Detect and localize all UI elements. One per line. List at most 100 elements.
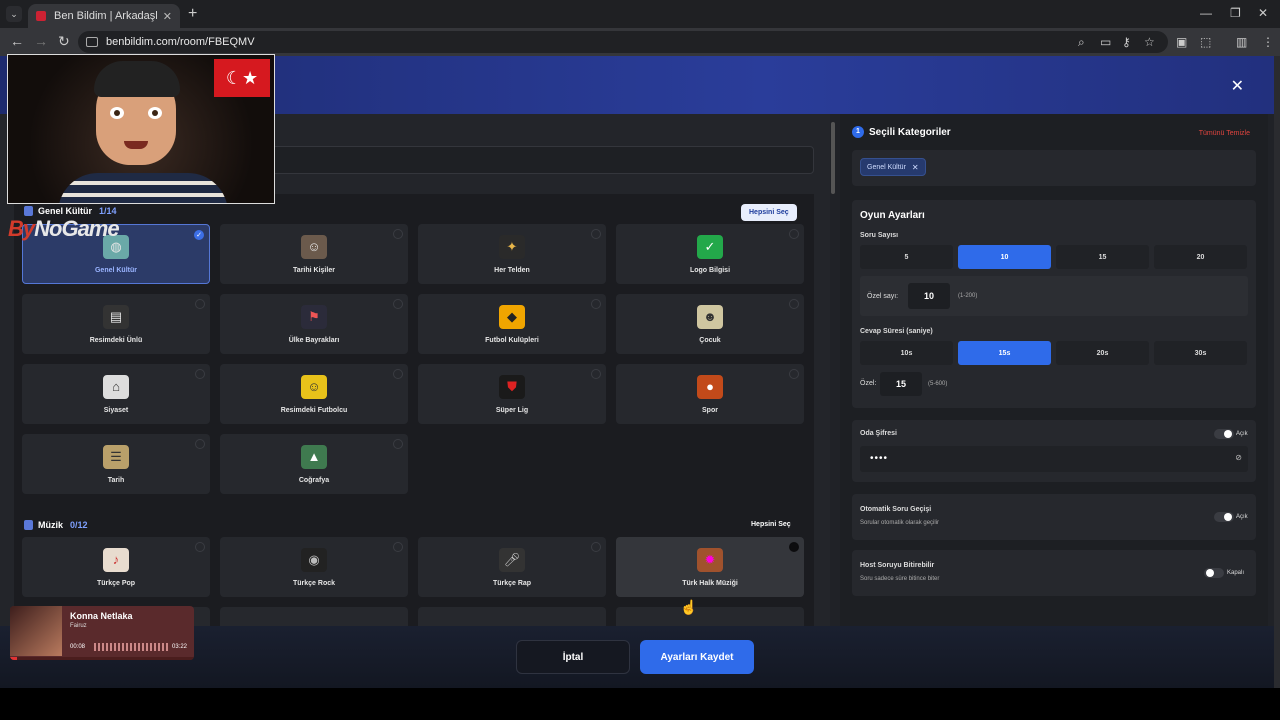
new-tab-plus-icon[interactable]: + [188, 5, 197, 23]
category-card-turkce-pop[interactable]: ♪ Türkçe Pop [22, 537, 210, 597]
category-card-her-telden[interactable]: ✦ Her Telden [418, 224, 606, 284]
question-count-10-button[interactable]: 10 [958, 245, 1051, 269]
category-card-partial[interactable] [616, 607, 804, 626]
category-card-partial[interactable] [418, 607, 606, 626]
tab-title: Ben Bildim | Arkadaşlarınla Onl [54, 10, 157, 22]
forward-icon[interactable]: → [34, 33, 48, 49]
category-card-logo-bilgisi[interactable]: ✓ Logo Bilgisi [616, 224, 804, 284]
auto-next-label: Otomatik Soru Geçişi [860, 506, 932, 513]
bookmark-star-icon[interactable]: ☆ [1144, 35, 1155, 49]
section-title: Genel Kültür [38, 206, 93, 216]
question-count-5-button[interactable]: 5 [860, 245, 953, 269]
category-card-cografya[interactable]: ▲ Coğrafya [220, 434, 408, 494]
zoom-icon[interactable]: ⌕ [1078, 35, 1085, 50]
category-card-spor[interactable]: ● Spor [616, 364, 804, 424]
answer-time-20s-button[interactable]: 20s [1056, 341, 1149, 365]
selected-chip[interactable]: Genel Kültür ✕ [860, 158, 926, 176]
answer-time-15s-button[interactable]: 15s [958, 341, 1051, 365]
site-info-icon[interactable] [86, 37, 98, 47]
answer-time-label: Cevap Süresi (saniye) [860, 328, 933, 335]
flag-icon: ⚑ [301, 304, 327, 329]
category-card-tarih[interactable]: ☰ Tarih [22, 434, 210, 494]
category-label: Tarihi Kişiler [293, 266, 335, 274]
host-finish-state: Kapalı [1227, 570, 1245, 576]
address-bar[interactable]: benbildim.com/room/FBEQMV [78, 31, 1168, 53]
category-card-tarihi-kisiler[interactable]: ☺ Tarihi Kişiler [220, 224, 408, 284]
category-scrollbar[interactable] [830, 114, 836, 626]
browser-menu-icon[interactable]: ⋮ [1262, 35, 1274, 49]
minimize-icon[interactable]: — [1200, 6, 1212, 20]
auto-next-description: Sorular otomatik olarak geçilir [860, 520, 940, 526]
tab-search-chevron-icon[interactable]: ⌄ [6, 6, 22, 22]
league-shield-icon: ⛊ [499, 374, 525, 399]
profile-extension-icon[interactable]: ▥ [1236, 35, 1247, 49]
browser-tab[interactable]: Ben Bildim | Arkadaşlarınla Onl ✕ [28, 4, 180, 28]
microphone-icon: 🎤︎ [499, 547, 525, 572]
checkbox [789, 299, 799, 309]
reload-icon[interactable]: ↻ [58, 33, 70, 50]
translate-icon[interactable]: ▣ [1176, 35, 1187, 49]
category-card-turkce-rap[interactable]: 🎤︎ Türkçe Rap [418, 537, 606, 597]
eye-off-icon[interactable]: ⊘ [1235, 453, 1242, 462]
category-card-turkce-rock[interactable]: ◉ Türkçe Rock [220, 537, 408, 597]
question-count-15-button[interactable]: 15 [1056, 245, 1149, 269]
category-card-resimdeki-futbolcu[interactable]: ☺ Resimdeki Futbolcu [220, 364, 408, 424]
category-label: Türkçe Rap [492, 579, 532, 587]
select-all-muzik-button[interactable]: Hepsini Seç [751, 521, 791, 528]
waveform [94, 643, 168, 651]
category-card-cocuk[interactable]: ☻ Çocuk [616, 294, 804, 354]
category-label: Resimdeki Futbolcu [280, 406, 348, 414]
playback-progress [10, 657, 194, 660]
question-count-label: Soru Sayısı [860, 232, 899, 239]
category-label: Siyaset [103, 406, 129, 414]
auto-next-toggle[interactable] [1214, 512, 1234, 522]
room-password-toggle[interactable] [1214, 429, 1234, 439]
checkbox [195, 299, 205, 309]
checkbox [591, 369, 601, 379]
scrollbar-thumb[interactable] [831, 122, 835, 194]
category-label: Türkçe Rock [292, 579, 336, 587]
category-label: Her Telden [494, 266, 530, 274]
page-scrollbar[interactable] [1274, 56, 1280, 688]
room-password-input[interactable]: •••• [860, 446, 1248, 472]
answer-time-10s-button[interactable]: 10s [860, 341, 953, 365]
category-card-super-lig[interactable]: ⛊ Süper Lig [418, 364, 606, 424]
chip-remove-icon[interactable]: ✕ [912, 163, 919, 172]
category-card-resimdeki-unlu[interactable]: ▤ Resimdeki Ünlü [22, 294, 210, 354]
back-icon[interactable]: ← [10, 33, 24, 49]
custom-count-input[interactable]: 10 [908, 283, 950, 309]
category-card-futbol-kulupleri[interactable]: ◆ Futbol Kulüpleri [418, 294, 606, 354]
cancel-button[interactable]: İptal [516, 640, 630, 674]
category-list[interactable]: Genel Kültür 1/14 Hepsini Seç ✓ ◍ Genel … [14, 194, 814, 626]
modal-close-icon[interactable]: ✕ [1231, 76, 1244, 96]
custom-time-input[interactable]: 15 [880, 372, 922, 396]
question-count-20-button[interactable]: 20 [1154, 245, 1247, 269]
webcam-overlay: ☾★ [7, 54, 275, 204]
album-cover [10, 606, 62, 656]
window-close-icon[interactable]: ✕ [1258, 6, 1268, 20]
host-finish-toggle[interactable] [1204, 568, 1224, 578]
category-label: Çocuk [699, 336, 721, 344]
category-card-siyaset[interactable]: ⌂ Siyaset [22, 364, 210, 424]
category-card-turk-halk-muzigi[interactable]: ✹ Türk Halk Müziği [616, 537, 804, 597]
select-all-genel-kultur-button[interactable]: Hepsini Seç [741, 204, 797, 221]
favicon-icon [36, 11, 46, 21]
room-password-label: Oda Şifresi [860, 430, 897, 437]
restore-icon[interactable]: ❐ [1230, 6, 1241, 20]
tab-close-icon[interactable]: ✕ [163, 10, 172, 23]
category-card-partial[interactable] [220, 607, 408, 626]
selected-categories-title: 1 Seçili Kategoriler [852, 126, 951, 138]
check-icon: ✓ [194, 230, 204, 240]
answer-time-30s-button[interactable]: 30s [1154, 341, 1247, 365]
extensions-puzzle-icon[interactable]: ⬚ [1200, 35, 1211, 49]
auto-next-panel: Otomatik Soru Geçişi Sorular otomatik ol… [852, 494, 1256, 540]
save-settings-button[interactable]: Ayarları Kaydet [640, 640, 754, 674]
category-label: Spor [702, 406, 718, 414]
category-label: Tarih [107, 476, 125, 484]
category-card-ulke-bayraklari[interactable]: ⚑ Ülke Bayrakları [220, 294, 408, 354]
clear-all-link[interactable]: Tümünü Temizle [1199, 130, 1250, 137]
custom-time-label: Özel: [860, 380, 877, 387]
track-title: Konna Netlaka [70, 611, 133, 621]
cast-icon[interactable]: ▭ [1100, 35, 1111, 49]
password-key-icon[interactable]: ⚷ [1122, 35, 1131, 49]
